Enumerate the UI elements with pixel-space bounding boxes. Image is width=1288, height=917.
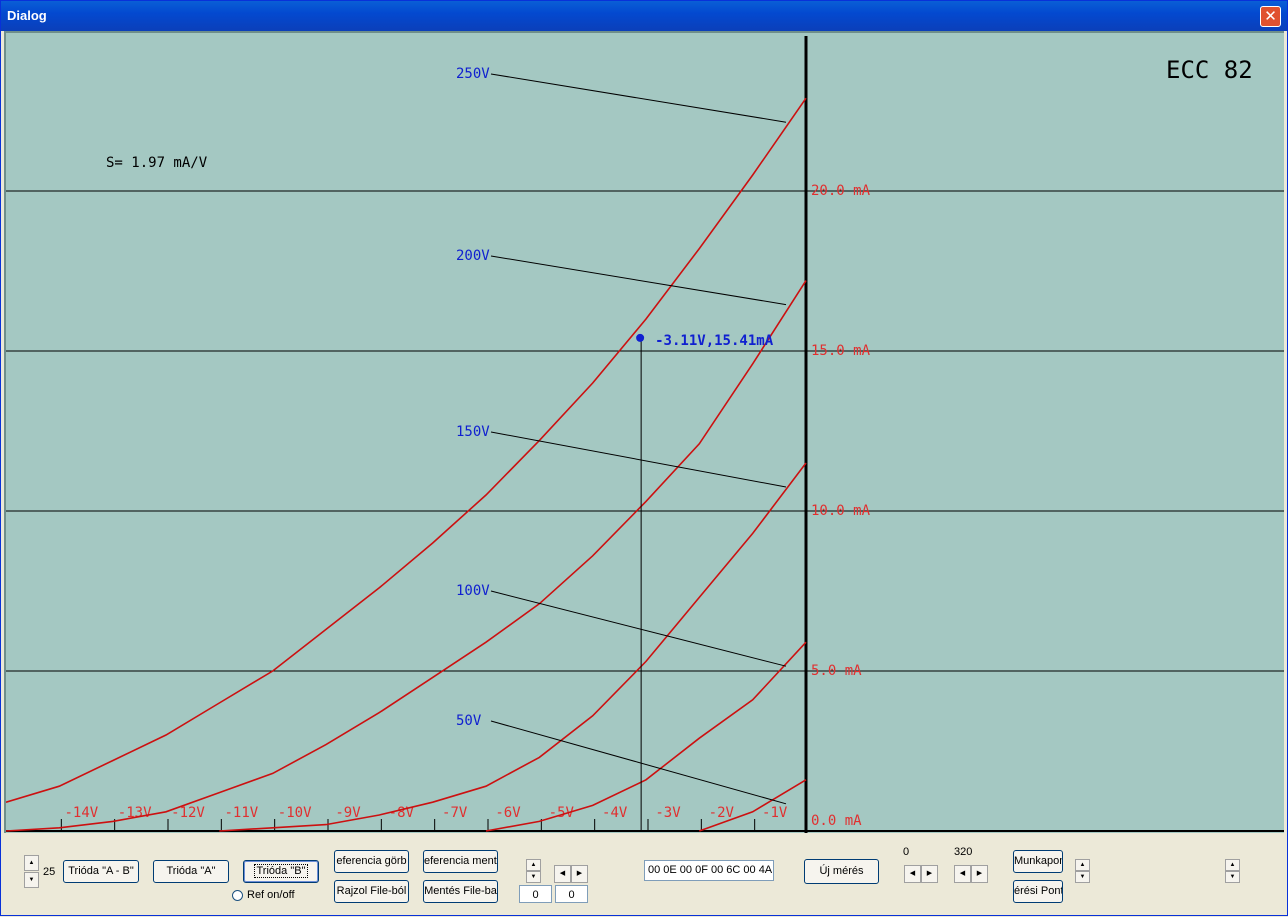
hex-data-field[interactable]: 00 0E 00 0F 00 6C 00 4A [644, 860, 774, 881]
series-leader-line [490, 590, 787, 667]
arrow-right-icon[interactable]: ▶ [571, 865, 588, 883]
series-leader-line [490, 431, 787, 488]
x-tick-label: -1V [762, 805, 788, 821]
munkapont-button[interactable]: Munkapon [1013, 850, 1063, 873]
x-tick-label: -3V [655, 805, 681, 821]
x-tick-label: -10V [278, 805, 312, 821]
trioda-a-button[interactable]: Trióda "A" [153, 860, 229, 883]
series-label: 100V [456, 583, 490, 599]
arrow-right-icon[interactable]: ▶ [921, 865, 938, 883]
marker-point [636, 333, 645, 342]
spin-up-icon[interactable]: ▲ [1075, 859, 1090, 871]
spin-up-icon[interactable]: ▲ [24, 855, 39, 871]
x-tick-label: -13V [118, 805, 152, 821]
chart-title: ECC 82 [1166, 56, 1253, 84]
plot-area: -14V -13V -12V -11V -10V -9V -8V -7V -6V -5V -4V -3… [4, 31, 1284, 833]
spin-down-icon[interactable]: ▼ [24, 872, 39, 888]
curve-150V [219, 462, 807, 832]
trioda-ab-button[interactable]: Trióda "A - B" [63, 860, 139, 883]
arrow-right-icon[interactable]: ▶ [971, 865, 988, 883]
curve-count-spinner[interactable]: ▲ ▼ [24, 855, 39, 889]
right-spinner[interactable]: ▲ ▼ [1225, 859, 1240, 883]
x-tick-label: -4V [602, 805, 628, 821]
spin-up-icon[interactable]: ▲ [1225, 859, 1240, 871]
close-icon[interactable]: ✕ [1260, 6, 1281, 27]
rajzol-file-button[interactable]: Rajzol File-ból [334, 880, 409, 903]
series-label: 50V [456, 713, 482, 729]
y-tick-label: 20.0 mA [811, 183, 871, 199]
y-tick-label: 15.0 mA [811, 343, 871, 359]
spin-value: 25 [43, 866, 56, 878]
meresi-pont-button[interactable]: érési Pont [1013, 880, 1063, 903]
spin-down-icon[interactable]: ▼ [1225, 871, 1240, 883]
mentes-file-button[interactable]: Mentés File-ba [423, 880, 498, 903]
uj-meres-button[interactable]: Új mérés [804, 859, 879, 884]
series-label: 200V [456, 248, 490, 264]
series-leader-line [490, 720, 787, 805]
series-label: 250V [456, 66, 490, 82]
y-tick-label: 0.0 mA [811, 813, 862, 829]
range-min-spinner[interactable]: ◀ ▶ [904, 865, 938, 883]
spin-up-icon[interactable]: ▲ [526, 859, 541, 871]
trioda-b-button[interactable]: Trióda "B" [243, 860, 319, 883]
series-leader-line [490, 255, 787, 306]
edit-field-b[interactable]: 0 [555, 885, 588, 903]
slope-label: S= 1.97 mA/V [106, 155, 208, 171]
ref-radio[interactable] [232, 890, 243, 901]
munkapont-spinner[interactable]: ▲ ▼ [1075, 859, 1090, 883]
series-label: 150V [456, 424, 490, 440]
referencia-mentes-button[interactable]: eferencia menté [423, 850, 498, 873]
spin-down-icon[interactable]: ▼ [1075, 871, 1090, 883]
curve-250V [5, 97, 807, 803]
x-tick-label: -7V [442, 805, 468, 821]
control-panel: ▲ ▼ 25 Trióda "A - B" Trióda "A" Trióda … [1, 833, 1288, 917]
tube-characteristic-chart: -14V -13V -12V -11V -10V -9V -8V -7V -6V -5V -4V -3… [5, 36, 1284, 833]
title-bar[interactable]: Dialog ✕ [1, 1, 1287, 31]
arrow-left-icon[interactable]: ◀ [554, 865, 571, 883]
range-min-label: 0 [903, 846, 910, 858]
window-title: Dialog [7, 8, 47, 23]
y-tick-label: 5.0 mA [811, 663, 862, 679]
range-max-label: 320 [954, 846, 973, 858]
ref-radio-label: Ref on/off [247, 889, 295, 901]
referencia-gorbe-button[interactable]: eferencia görb [334, 850, 409, 873]
series-leader-line [490, 73, 787, 123]
spin-down-icon[interactable]: ▼ [526, 871, 541, 883]
marker-label: -3.11V,15.41mA [655, 333, 774, 349]
arrow-left-icon[interactable]: ◀ [954, 865, 971, 883]
x-tick-label: -6V [495, 805, 521, 821]
x-tick-label: -2V [709, 805, 735, 821]
range-max-spinner[interactable]: ◀ ▶ [954, 865, 988, 883]
arrow-left-icon[interactable]: ◀ [904, 865, 921, 883]
vertical-spinner[interactable]: ▲ ▼ [526, 859, 541, 883]
x-tick-label: -14V [64, 805, 98, 821]
edit-field-a[interactable]: 0 [519, 885, 552, 903]
y-tick-label: 10.0 mA [811, 503, 871, 519]
x-tick-label: -5V [549, 805, 575, 821]
dialog-window: Dialog ✕ -14V -13V -12V -11V -10V -9V -8V -7V -6… [0, 0, 1288, 916]
horizontal-spinner[interactable]: ◀ ▶ [554, 865, 588, 883]
trioda-b-label: Trióda "B" [253, 864, 309, 878]
x-tick-label: -11V [224, 805, 258, 821]
